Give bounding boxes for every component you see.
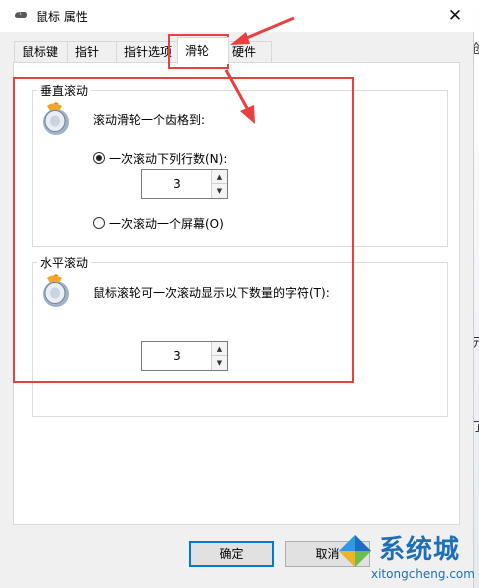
watermark: 系统城 xitongcheng.com [327, 527, 479, 588]
watermark-url: xitongcheng.com [371, 567, 475, 581]
close-button[interactable]: ✕ [436, 0, 474, 32]
watermark-brand: 系统城 [379, 535, 461, 565]
mouse-icon [15, 11, 27, 18]
tab-label: 鼠标键 [22, 45, 59, 59]
watermark-logo-icon [339, 535, 371, 567]
tab-label: 指针选项 [124, 45, 173, 59]
annotation-highlight-content [13, 77, 354, 383]
tab-label: 滑轮 [185, 44, 210, 58]
tab-buttons[interactable]: 鼠标键 [14, 41, 68, 63]
tab-label: 指针 [75, 45, 100, 59]
tab-pointers[interactable]: 指针 [67, 41, 117, 63]
annotation-arrow-icon [230, 16, 295, 45]
annotation-arrow-icon [224, 69, 255, 124]
background-window: 创 元 了 [472, 0, 479, 588]
close-icon: ✕ [447, 6, 463, 26]
tab-wheel[interactable]: 滑轮 [177, 37, 229, 64]
ok-button[interactable]: 确定 [189, 541, 274, 567]
window-title: 鼠标 属性 [36, 10, 88, 24]
